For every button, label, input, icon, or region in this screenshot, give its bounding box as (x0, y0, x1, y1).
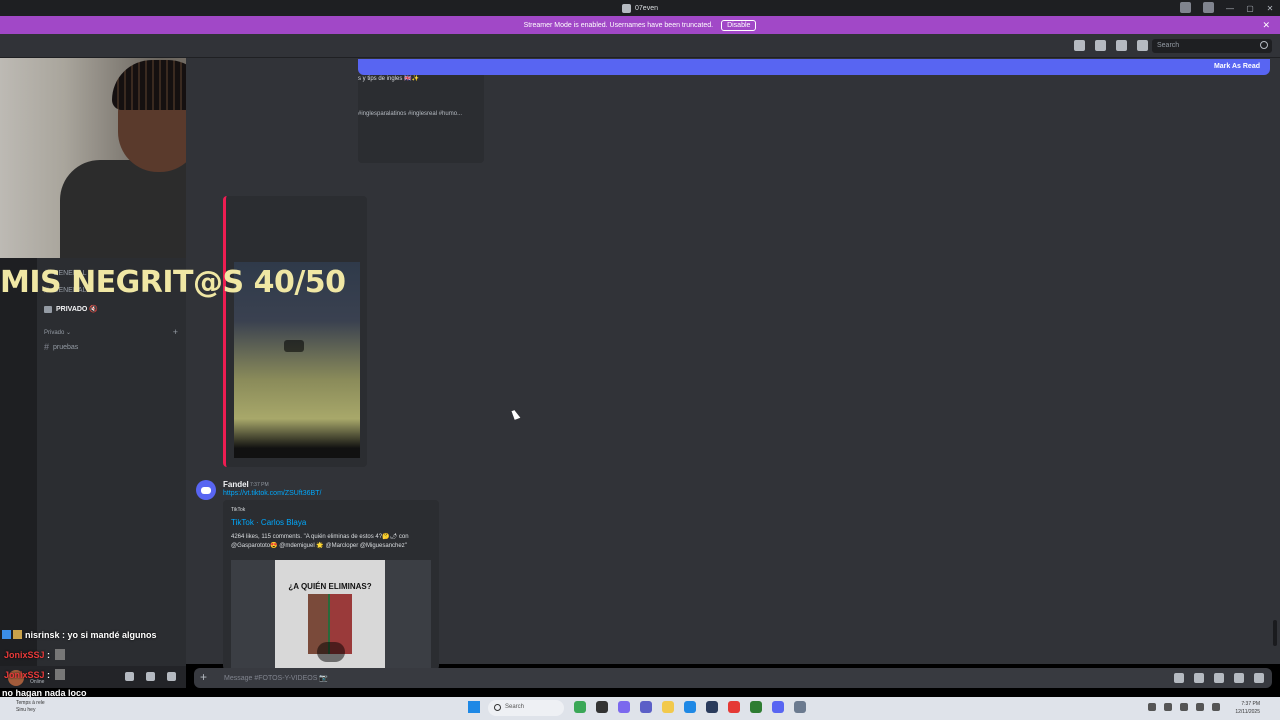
member-list-icon[interactable] (1137, 40, 1148, 51)
play-icon[interactable] (317, 642, 345, 662)
chevron-up-icon[interactable] (1148, 703, 1156, 711)
embed-title[interactable]: TikTok · Carlos Blaya (231, 518, 306, 527)
search-icon (494, 704, 501, 711)
speaker-icon (44, 305, 52, 313)
thumbnail-text: ¿A QUIÉN ELIMINAS? (288, 582, 372, 591)
window-titlebar: 07even — ▢ ✕ (0, 0, 1280, 16)
scrollbar[interactable] (1273, 620, 1277, 646)
hash-icon: # (44, 342, 50, 352)
previous-embed: s y tips de ingles 🇬🇧✨ #inglesparalatino… (358, 75, 484, 163)
app-icon[interactable] (618, 701, 630, 713)
emote-icon (54, 669, 65, 680)
add-channel-icon[interactable]: + (173, 327, 178, 337)
clock[interactable]: 7:37 PM 12/11/2025 (1235, 700, 1260, 716)
threads-icon[interactable] (1074, 40, 1085, 51)
window-controls: — ▢ ✕ (1220, 0, 1280, 16)
emoji-icon[interactable] (1234, 673, 1244, 683)
disable-streamer-mode-button[interactable]: Disable (721, 19, 757, 31)
header-icons (1074, 40, 1148, 51)
embed-description: 4264 likes, 115 comments. "A quién elimi… (231, 534, 409, 549)
message-link[interactable]: https://vt.tiktok.com/ZSUft36BT/ (223, 490, 321, 497)
window-title: 07even (622, 3, 658, 13)
stream-chat-line: JonixSSJ : (4, 669, 65, 680)
search-icon (1260, 41, 1268, 49)
message-input[interactable]: Message #FOTOS-Y-VIDEOS 📷 (224, 674, 328, 682)
headphones-icon[interactable] (146, 672, 155, 681)
help-icon[interactable] (1203, 2, 1214, 13)
system-tray (1148, 703, 1220, 711)
gift-icon[interactable] (1174, 673, 1184, 683)
play-icon[interactable] (284, 340, 304, 352)
close-window-button[interactable]: ✕ (1260, 0, 1280, 16)
maximize-button[interactable]: ▢ (1240, 0, 1260, 16)
channel-header: Search (0, 34, 1280, 58)
network-icon[interactable] (1164, 703, 1172, 711)
embed-thumbnail[interactable]: ¿A QUIÉN ELIMINAS? (231, 560, 431, 670)
embed-provider: TikTok (231, 507, 246, 513)
close-icon[interactable]: ✕ (1262, 20, 1270, 31)
composer-icons (1174, 673, 1264, 683)
badge-icon (2, 630, 11, 639)
settings-gear-icon[interactable] (167, 672, 176, 681)
message-author[interactable]: Fandel (223, 480, 249, 489)
taskbar-search[interactable]: Search (488, 700, 564, 716)
badge-icon (13, 630, 22, 639)
channel-sidebar: # GENERAL # GENERAL 2 PRIVADO 🔇 Privado … (37, 258, 186, 666)
message-timestamp: 7:37 PM (250, 482, 269, 488)
previous-embed-text: s y tips de ingles 🇬🇧✨ (358, 76, 419, 82)
minimize-button[interactable]: — (1220, 0, 1240, 16)
app-icon[interactable] (596, 701, 608, 713)
volume-icon[interactable] (1212, 703, 1220, 711)
streamer-mode-banner: Streamer Mode is enabled. Usernames have… (0, 16, 1280, 34)
gif-icon[interactable] (1194, 673, 1204, 683)
teams-icon[interactable] (640, 701, 652, 713)
windows-start-icon[interactable] (468, 701, 480, 713)
tiktok-embed-previous (223, 196, 367, 467)
battery-icon[interactable] (1180, 703, 1188, 711)
search-input[interactable]: Search (1152, 39, 1272, 53)
message: Fandel 7:37 PM https://vt.tiktok.com/ZSU… (196, 478, 796, 670)
discord-logo-icon (201, 486, 211, 494)
server-icon (622, 3, 632, 13)
titlebar-icons (1180, 2, 1214, 13)
stream-overlay-title: MIS NEGRIT@S 40/50 (0, 265, 346, 300)
chrome-icon[interactable] (728, 701, 740, 713)
stream-chat-line: nisrinsk : yo si mandé algunos (2, 630, 157, 640)
add-attachment-button[interactable]: + (200, 670, 207, 684)
pin-icon[interactable] (1116, 40, 1127, 51)
category-privado[interactable]: Privado ⌄ (44, 329, 71, 336)
mark-as-read-button[interactable]: Mark As Read (1214, 63, 1260, 70)
streamer-mode-text: Streamer Mode is enabled. Usernames have… (523, 21, 714, 29)
file-explorer-icon[interactable] (662, 701, 674, 713)
apps-icon[interactable] (1254, 673, 1264, 683)
weather-widget[interactable]: Temps à rele Sinu hey (16, 700, 45, 714)
microphone-icon[interactable] (125, 672, 134, 681)
app-icon[interactable] (706, 701, 718, 713)
edge-icon[interactable] (684, 701, 696, 713)
sidebar-item-pruebas[interactable]: # pruebas (44, 342, 78, 352)
message-composer[interactable]: + Message #FOTOS-Y-VIDEOS 📷 (194, 668, 1272, 688)
previous-embed-hashtags: #inglesparalatinos #inglesreal #humo... (358, 111, 463, 117)
notifications-bell-icon[interactable] (1095, 40, 1106, 51)
discord-icon[interactable] (772, 701, 784, 713)
settings-icon[interactable] (794, 701, 806, 713)
search-placeholder: Search (1157, 42, 1180, 49)
new-messages-bar[interactable]: Mark As Read (358, 59, 1270, 75)
user-controls (125, 672, 176, 681)
app-icon[interactable] (750, 701, 762, 713)
taskbar-apps (574, 701, 806, 713)
app-icon[interactable] (574, 701, 586, 713)
stream-chat-line: JonixSSJ : (4, 649, 65, 660)
windows-taskbar: Temps à rele Sinu hey Search 7:37 PM 12/… (0, 697, 1280, 720)
wifi-icon[interactable] (1196, 703, 1204, 711)
server-list (0, 258, 37, 666)
emote-icon (54, 649, 65, 660)
tiktok-embed: TikTok TikTok · Carlos Blaya 4264 likes,… (223, 500, 439, 670)
inbox-icon[interactable] (1180, 2, 1191, 13)
sidebar-item-privado-voice[interactable]: PRIVADO 🔇 (44, 305, 98, 313)
avatar[interactable] (196, 480, 216, 500)
sticker-icon[interactable] (1214, 673, 1224, 683)
